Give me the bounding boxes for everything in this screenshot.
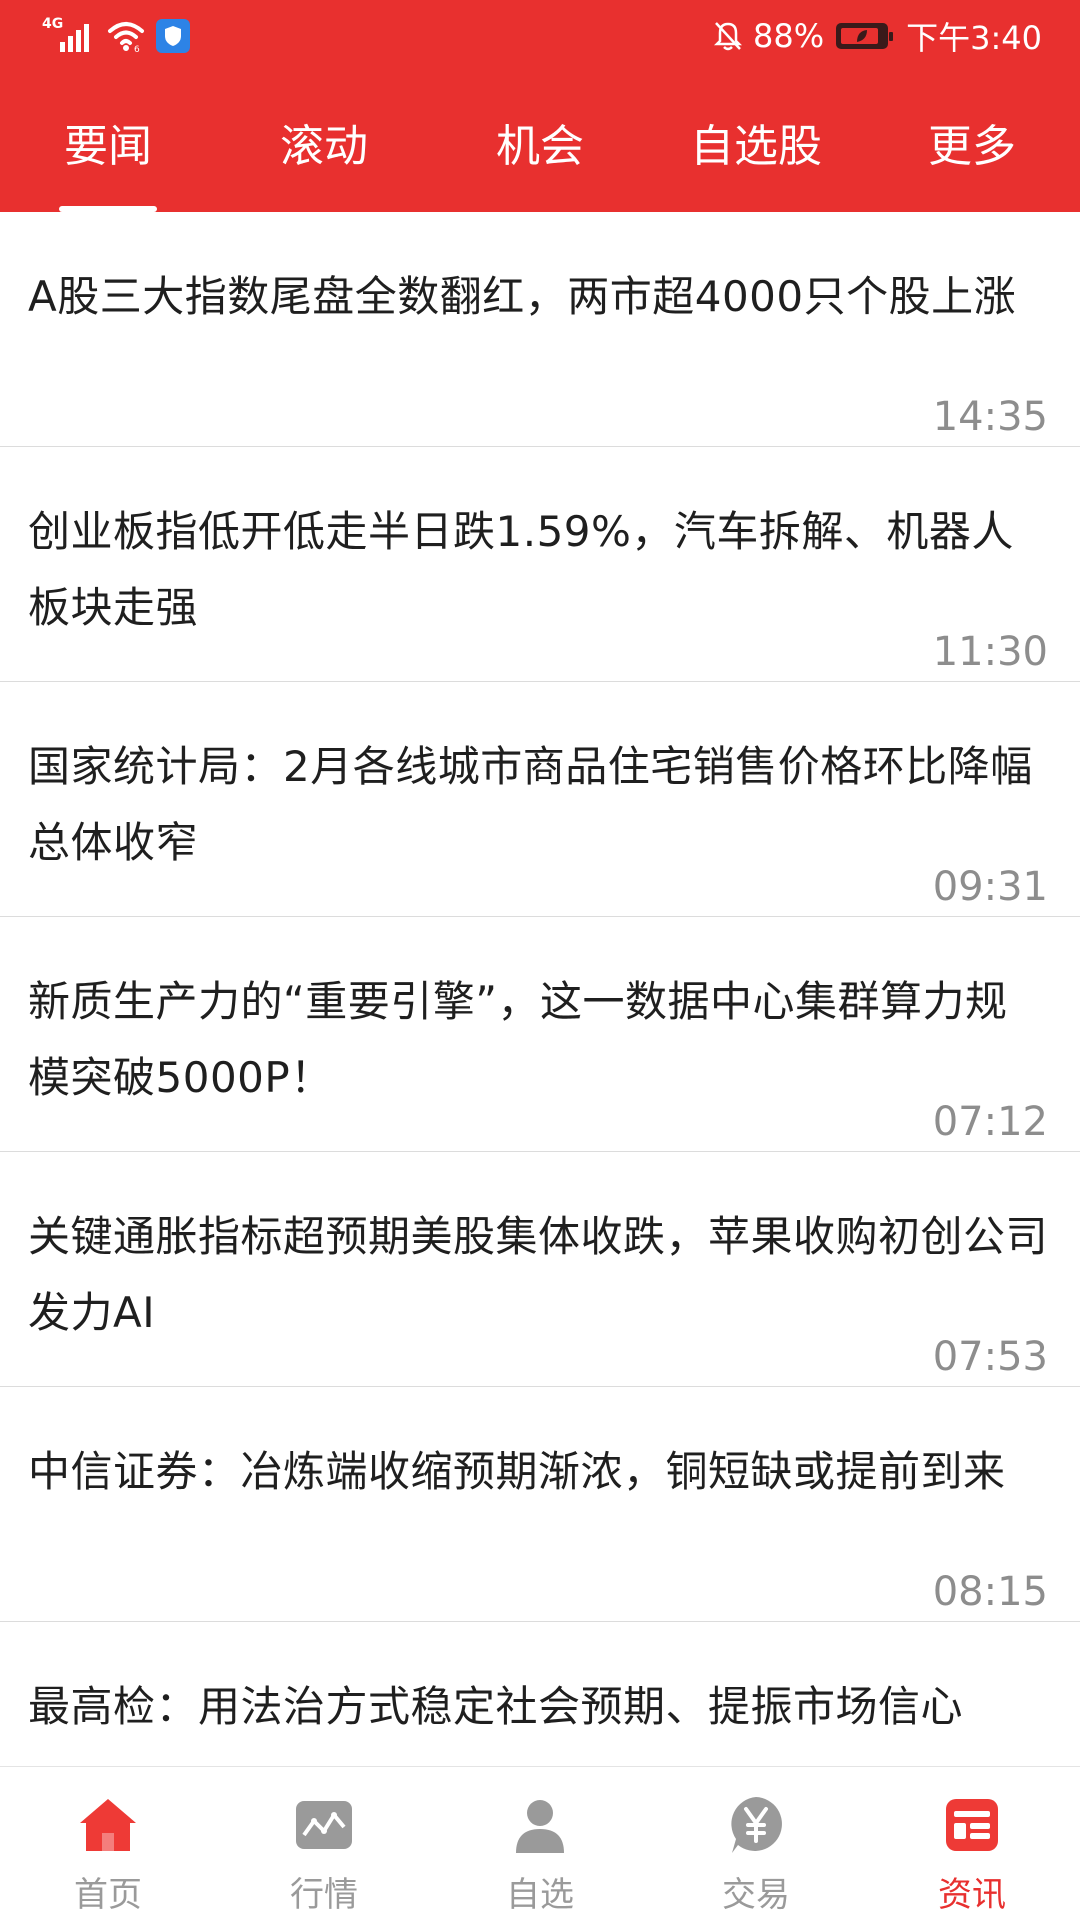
yen-icon	[731, 1797, 782, 1853]
nav-label: 首页	[74, 1875, 142, 1915]
news-title: 最高检：用法治方式稳定社会预期、提振市场信心	[28, 1682, 964, 1731]
nav-news[interactable]: 资讯	[864, 1767, 1080, 1920]
tab-rolling[interactable]: 滚动	[216, 74, 432, 212]
wifi-icon: 6	[108, 22, 144, 53]
news-title: 创业板指低开低走半日跌1.59%，汽车拆解、机器人板块走强	[28, 507, 1014, 632]
news-item[interactable]: A股三大指数尾盘全数翻红，两市超4000只个股上涨 14:35	[0, 212, 1080, 447]
news-title: A股三大指数尾盘全数翻红，两市超4000只个股上涨	[28, 272, 1017, 321]
tab-label: 要闻	[64, 121, 152, 172]
nav-trade[interactable]: 交易	[648, 1767, 864, 1920]
news-title: 新质生产力的“重要引擎”，这一数据中心集群算力规模突破5000P！	[28, 977, 1008, 1102]
person-icon	[516, 1800, 564, 1853]
tab-opportunity[interactable]: 机会	[432, 74, 648, 212]
tab-watchlist-stocks[interactable]: 自选股	[648, 74, 864, 212]
signal-icon: 4G	[40, 14, 96, 58]
news-item[interactable]: 关键通胀指标超预期美股集体收跌，苹果收购初创公司发力AI 07:53	[0, 1152, 1080, 1387]
tab-label: 自选股	[690, 121, 822, 172]
battery-icon	[836, 23, 894, 49]
news-title: 中信证券：冶炼端收缩预期渐浓，铜短缺或提前到来	[28, 1447, 1006, 1496]
top-tab-bar: 要闻 滚动 机会 自选股 更多	[0, 74, 1080, 212]
news-time: 08:15	[932, 1569, 1048, 1615]
status-left: 4G 6	[40, 14, 190, 58]
news-time: 09:31	[932, 864, 1048, 910]
tab-label: 滚动	[280, 121, 368, 172]
bell-muted-icon	[713, 22, 743, 51]
tab-label: 更多	[928, 121, 1016, 172]
battery-percent: 88%	[753, 17, 825, 55]
home-icon	[80, 1799, 136, 1851]
tab-label: 机会	[496, 121, 584, 172]
shield-app-icon	[156, 19, 190, 53]
nav-label: 行情	[290, 1875, 358, 1915]
news-title: 国家统计局：2月各线城市商品住宅销售价格环比降幅总体收窄	[28, 742, 1033, 867]
news-time: 07:12	[932, 1099, 1048, 1145]
status-bar: 4G 6 88% 下午3:40	[0, 0, 1080, 74]
tab-headlines[interactable]: 要闻	[0, 74, 216, 212]
nav-label: 资讯	[938, 1875, 1006, 1915]
nav-label: 自选	[506, 1875, 574, 1915]
nav-watchlist[interactable]: 自选	[432, 1767, 648, 1920]
news-feed[interactable]: A股三大指数尾盘全数翻红，两市超4000只个股上涨 14:35 创业板指低开低走…	[0, 212, 1080, 1766]
nav-home[interactable]: 首页	[0, 1767, 216, 1920]
news-item[interactable]: 国家统计局：2月各线城市商品住宅销售价格环比降幅总体收窄 09:31	[0, 682, 1080, 917]
tab-more[interactable]: 更多	[864, 74, 1080, 212]
svg-text:6: 6	[134, 45, 140, 53]
nav-market[interactable]: 行情	[216, 1767, 432, 1920]
status-right: 88% 下午3:40	[711, 14, 1042, 58]
news-time: 11:30	[932, 629, 1048, 675]
nav-label: 交易	[722, 1875, 790, 1915]
news-icon	[946, 1799, 998, 1851]
clock: 下午3:40	[906, 19, 1042, 57]
chart-icon	[296, 1801, 352, 1849]
news-item[interactable]: 创业板指低开低走半日跌1.59%，汽车拆解、机器人板块走强 11:30	[0, 447, 1080, 682]
news-time: 07:53	[932, 1334, 1048, 1380]
news-time: 14:35	[932, 394, 1048, 440]
leaf-icon	[857, 30, 868, 42]
news-title: 关键通胀指标超预期美股集体收跌，苹果收购初创公司发力AI	[28, 1212, 1049, 1337]
battery-tip	[889, 32, 894, 41]
bottom-nav: 首页 行情 自选 交易 资讯	[0, 1766, 1080, 1920]
news-item[interactable]: 中信证券：冶炼端收缩预期渐浓，铜短缺或提前到来 08:15	[0, 1387, 1080, 1622]
news-item[interactable]: 新质生产力的“重要引擎”，这一数据中心集群算力规模突破5000P！ 07:12	[0, 917, 1080, 1152]
news-item[interactable]: 最高检：用法治方式稳定社会预期、提振市场信心	[0, 1622, 1080, 1766]
